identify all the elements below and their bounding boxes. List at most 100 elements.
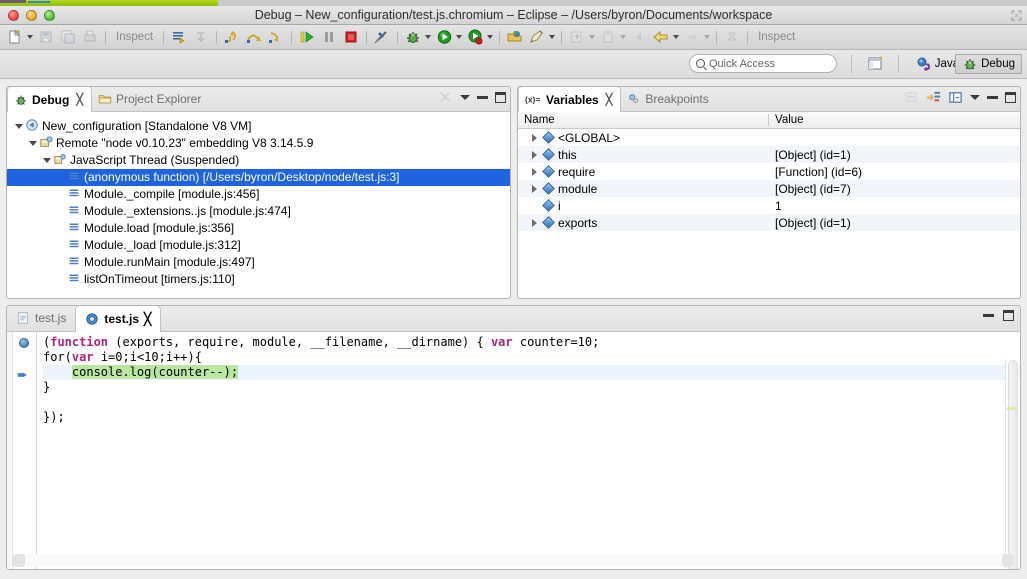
tab-variables[interactable]: (x)= Variables ╳	[518, 87, 622, 112]
open-perspective-button[interactable]	[867, 55, 887, 73]
debug-tree-row[interactable]: listOnTimeout [timers.js:110]	[7, 271, 510, 288]
column-header-value[interactable]: Value	[769, 114, 804, 126]
column-header-name[interactable]: Name	[518, 114, 769, 126]
show-type-names-icon[interactable]	[926, 90, 941, 105]
save-button[interactable]	[35, 27, 57, 48]
debug-tree-row[interactable]: Remote "node v0.10.23" embedding V8 3.14…	[7, 135, 510, 152]
debug-tree-row[interactable]: (anonymous function) [/Users/byron/Deskt…	[7, 169, 510, 186]
search-icon	[696, 59, 705, 68]
toolbar-separator	[291, 28, 293, 46]
save-all-button[interactable]	[57, 27, 79, 48]
resize-grip-icon[interactable]	[1011, 10, 1022, 21]
search-dropdown-arrow[interactable]	[549, 35, 556, 39]
maximize-icon[interactable]	[1003, 310, 1014, 321]
view-menu-icon[interactable]	[460, 95, 470, 100]
breakpoint-dot-icon[interactable]	[19, 338, 29, 348]
step-over-button[interactable]	[243, 27, 265, 48]
next-edit-dropdown-arrow[interactable]	[589, 35, 596, 39]
stack-frame-icon	[67, 254, 82, 271]
scrollbar-thumb[interactable]	[1008, 360, 1018, 569]
previous-edit-button[interactable]	[597, 27, 619, 48]
maximize-icon[interactable]	[1005, 92, 1016, 103]
toolbar-separator	[163, 28, 165, 46]
debug-dropdown-arrow[interactable]	[425, 35, 432, 39]
skip-breakpoints-button[interactable]	[168, 27, 190, 48]
variables-table-row[interactable]: i1	[518, 197, 1020, 214]
debug-tree-row[interactable]: JavaScript Thread (Suspended)	[7, 152, 510, 169]
minimize-icon[interactable]	[477, 96, 488, 99]
minimize-icon[interactable]	[983, 314, 994, 317]
expand-twisty-icon[interactable]	[41, 158, 53, 163]
editor-body: ➨ (function (exports, require, module, _…	[7, 332, 1020, 569]
tab-project-explorer[interactable]: Project Explorer	[92, 87, 209, 111]
resume-button[interactable]	[296, 27, 318, 48]
editor-vertical-scrollbar[interactable]	[1005, 359, 1019, 569]
editor-horizontal-scrollbar[interactable]	[13, 554, 1014, 567]
debug-perspective-icon	[964, 59, 976, 70]
back-history-button[interactable]	[650, 27, 672, 48]
variables-table-row[interactable]: require [Function] (id=6)	[518, 163, 1020, 180]
minimize-icon[interactable]	[987, 96, 998, 99]
forward-history-button[interactable]	[681, 27, 703, 48]
search-button[interactable]	[526, 27, 548, 48]
close-icon[interactable]: ╳	[144, 312, 151, 326]
collapse-all-icon[interactable]	[904, 90, 919, 105]
debug-tree-row[interactable]: Module._compile [module.js:456]	[7, 186, 510, 203]
editor-code-area[interactable]: (function (exports, require, module, __f…	[37, 332, 1020, 569]
variables-view-tabbar: (x)= Variables ╳ Breakpoints	[518, 87, 1020, 112]
debug-button[interactable]	[402, 27, 424, 48]
run-dropdown-arrow[interactable]	[456, 35, 463, 39]
close-icon[interactable]: ╳	[76, 93, 83, 106]
step-into-button[interactable]	[221, 27, 243, 48]
suspend-button[interactable]	[318, 27, 340, 48]
variables-table-row[interactable]: module [Object] (id=7)	[518, 180, 1020, 197]
next-edit-button[interactable]	[566, 27, 588, 48]
debug-tree-row[interactable]: Module.runMain [module.js:497]	[7, 254, 510, 271]
coverage-dropdown-arrow[interactable]	[487, 35, 494, 39]
variable-value-cell: [Object] (id=1)	[775, 215, 851, 230]
progress-segment-blue	[28, 1, 50, 3]
view-toolbar-icon[interactable]	[438, 90, 453, 105]
stack-frame-icon	[67, 237, 82, 254]
forward-history-dropdown-arrow[interactable]	[704, 35, 711, 39]
editor-tab-testjs-chromium[interactable]: test.js ╳	[75, 306, 162, 332]
tab-debug[interactable]: Debug ╳	[7, 87, 92, 112]
coverage-button[interactable]	[464, 27, 486, 48]
tab-breakpoints[interactable]: Breakpoints	[621, 87, 716, 111]
debug-tree-row-label: Remote "node v0.10.23" embedding V8 3.14…	[56, 136, 314, 150]
maximize-icon[interactable]	[495, 92, 506, 103]
code-line: for(var i=0;i<10;i++){	[43, 350, 202, 364]
perspective-button-debug[interactable]: Debug	[955, 54, 1022, 74]
view-menu-icon[interactable]	[970, 95, 980, 100]
layout-icon[interactable]	[948, 90, 963, 105]
back-history-dropdown-arrow[interactable]	[673, 35, 680, 39]
terminate-button[interactable]	[340, 27, 362, 48]
open-type-button[interactable]	[504, 27, 526, 48]
debug-tree-row[interactable]: Module._extensions..js [module.js:474]	[7, 203, 510, 220]
next-annotation-button[interactable]	[190, 27, 212, 48]
run-button[interactable]	[433, 27, 455, 48]
editor-tab-testjs-source[interactable]: test.js	[7, 306, 75, 331]
new-file-button[interactable]	[4, 27, 26, 48]
expand-twisty-icon[interactable]	[13, 124, 25, 129]
new-file-dropdown-arrow[interactable]	[27, 35, 33, 39]
disconnect-button[interactable]	[371, 27, 393, 48]
variables-table-row[interactable]: <GLOBAL>	[518, 129, 1020, 146]
scrollbar-thumb-right[interactable]	[1002, 554, 1014, 567]
save-icon	[40, 31, 52, 43]
print-button[interactable]	[79, 27, 101, 48]
previous-edit-dropdown-arrow[interactable]	[620, 35, 627, 39]
back-button[interactable]	[628, 27, 650, 48]
pin-button[interactable]	[721, 27, 743, 48]
debug-tree-row[interactable]: Module._load [module.js:312]	[7, 237, 510, 254]
debug-tree-row[interactable]: New_configuration [Standalone V8 VM]	[7, 118, 510, 135]
debug-tree-row[interactable]: Module.load [module.js:356]	[7, 220, 510, 237]
close-icon[interactable]: ╳	[606, 93, 613, 106]
expand-twisty-icon[interactable]	[27, 141, 39, 146]
variables-table-row[interactable]: this [Object] (id=1)	[518, 146, 1020, 163]
step-return-button[interactable]	[265, 27, 287, 48]
quick-access-input[interactable]: Quick Access	[689, 54, 837, 73]
editor-gutter[interactable]: ➨	[7, 332, 37, 569]
scrollbar-thumb-left[interactable]	[13, 554, 25, 567]
variables-table-row[interactable]: exports [Object] (id=1)	[518, 214, 1020, 231]
